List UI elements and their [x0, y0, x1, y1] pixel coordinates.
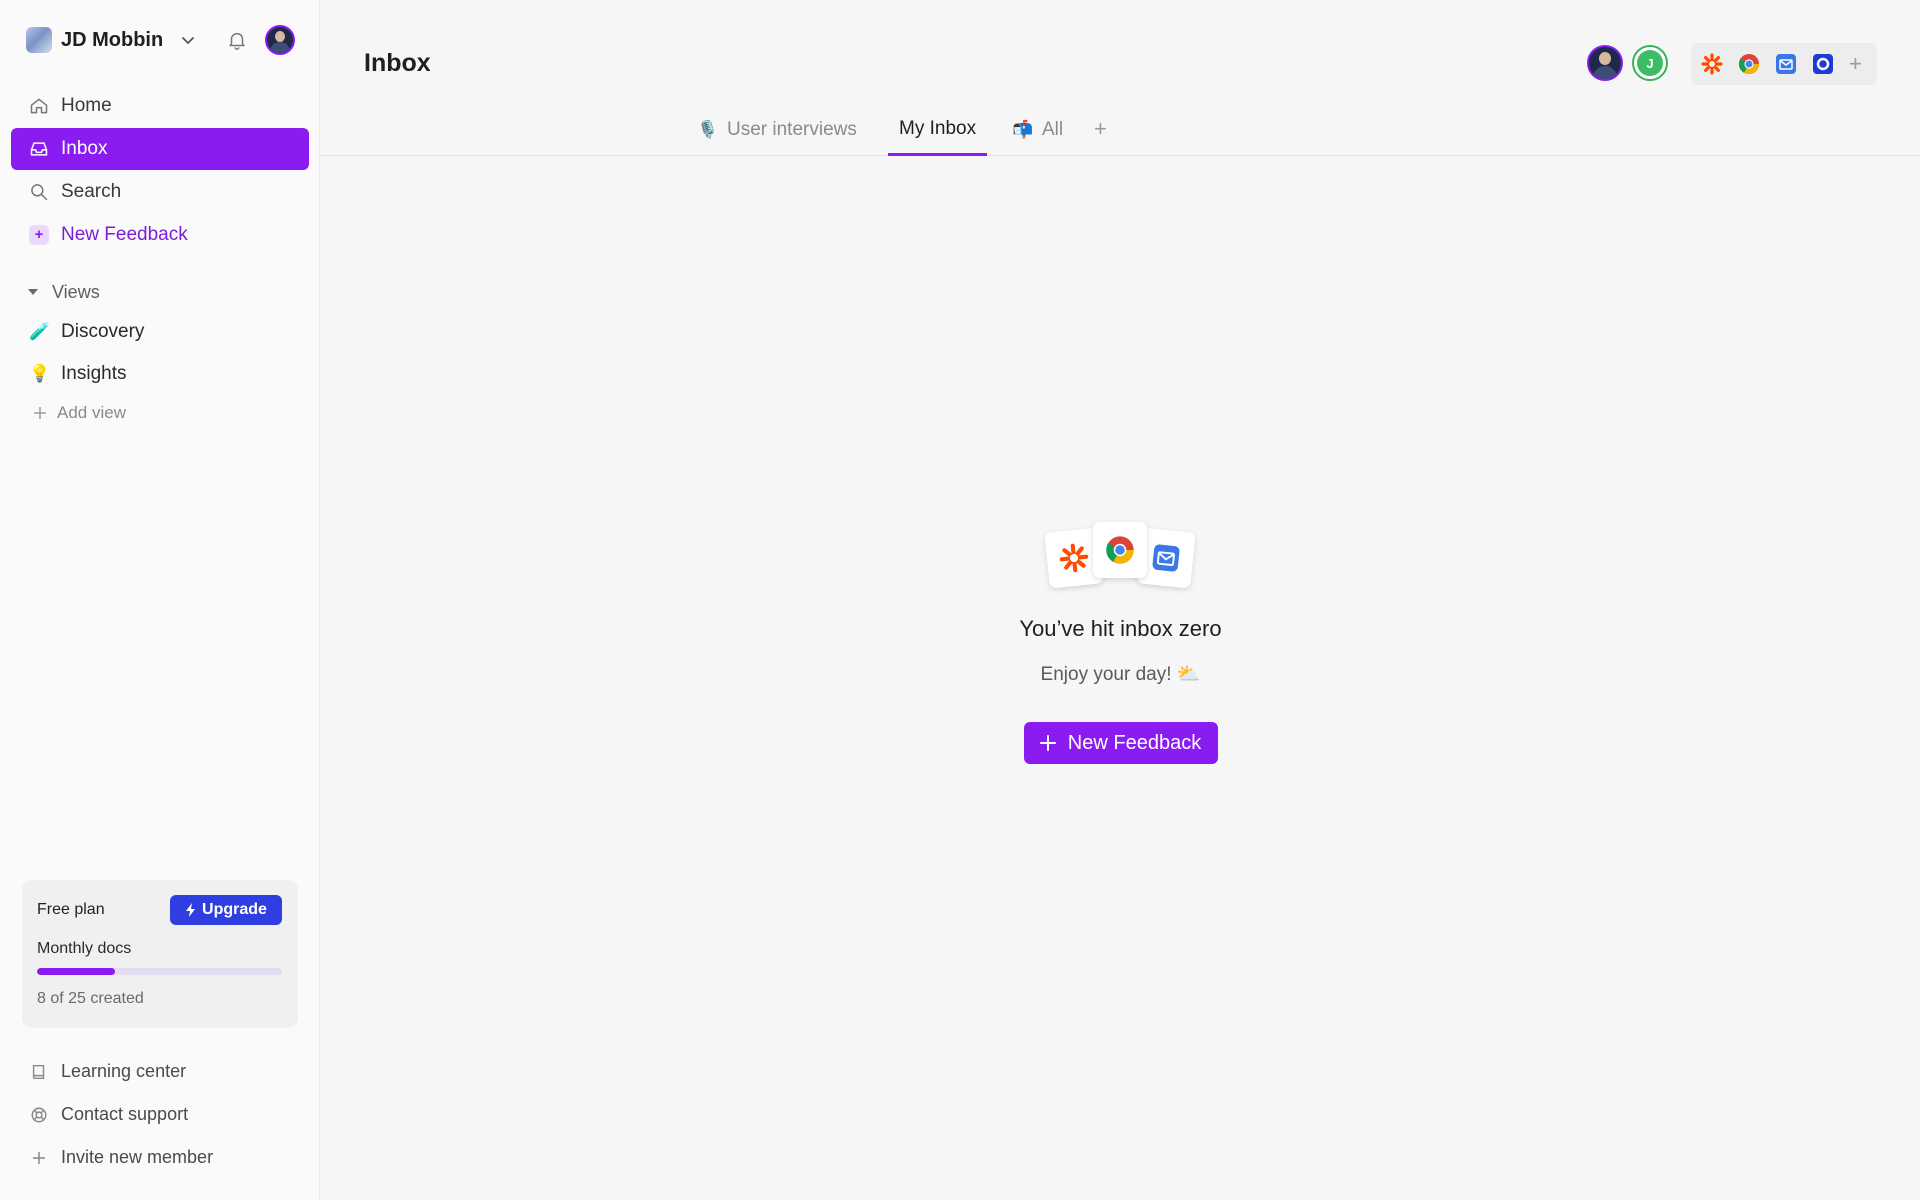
integrations-bar: + — [1691, 43, 1877, 85]
nav-item-search[interactable]: Search — [11, 171, 309, 213]
view-item-discovery[interactable]: 🧪 Discovery — [11, 311, 309, 353]
contact-support-label: Contact support — [61, 1104, 189, 1124]
usage-progress-fill — [37, 968, 116, 975]
views-list: 🧪 Discovery 💡 Insights Add view — [11, 311, 309, 431]
view-item-label: Insights — [61, 363, 127, 384]
plus-icon: + — [29, 225, 49, 245]
tab-my-inbox[interactable]: My Inbox — [888, 104, 988, 156]
add-view-label: Add view — [57, 403, 126, 422]
sidebar-footer: Learning center Contact support Invite n… — [11, 1050, 309, 1179]
plan-card: Free plan Upgrade Monthly docs 8 of 25 c… — [22, 880, 298, 1028]
nav-item-new-feedback[interactable]: + New Feedback — [11, 214, 309, 256]
new-feedback-button[interactable]: New Feedback — [1023, 722, 1218, 764]
book-icon — [29, 1062, 49, 1082]
bell-icon[interactable] — [226, 29, 248, 51]
intercom-icon[interactable] — [1812, 53, 1834, 75]
views-header: Views — [52, 281, 100, 302]
view-item-label: Discovery — [61, 321, 145, 342]
nav-item-label: New Feedback — [61, 224, 188, 245]
microphone-icon: 🎙️ — [697, 120, 719, 140]
new-feedback-label: New Feedback — [1067, 731, 1202, 754]
mail-icon[interactable] — [1775, 53, 1797, 75]
integration-illustration — [1041, 520, 1201, 590]
zapier-icon[interactable] — [1701, 53, 1723, 75]
mailbox-icon: 📬 — [1012, 120, 1034, 140]
views-section-toggle[interactable]: Views — [28, 280, 100, 304]
tab-label: My Inbox — [899, 117, 977, 139]
empty-state: You’ve hit inbox zero Enjoy your day! ⛅ … — [321, 520, 1920, 764]
nav-item-inbox[interactable]: Inbox — [11, 128, 309, 170]
nav-item-home[interactable]: Home — [11, 85, 309, 127]
nav-item-label: Search — [61, 181, 122, 202]
main-content: Inbox J + 🎙️ User interviews My Inbox � — [321, 0, 1920, 1200]
usage-progress-bar — [37, 968, 282, 975]
chevron-down-icon — [182, 37, 195, 44]
plus-icon — [29, 1148, 49, 1168]
view-item-insights[interactable]: 💡 Insights — [11, 353, 309, 395]
sidebar: JD Mobbin Home Inbox Search + New Feedba — [0, 0, 320, 1200]
collaborator-avatar[interactable]: J — [1632, 45, 1668, 81]
chrome-icon[interactable] — [1738, 53, 1760, 75]
workspace-logo — [26, 27, 52, 53]
workspace-switcher[interactable]: JD Mobbin — [26, 26, 196, 54]
plus-icon — [1039, 735, 1056, 751]
lifebuoy-icon — [29, 1105, 49, 1125]
nav-item-label: Inbox — [61, 138, 108, 159]
add-tab-button[interactable]: + — [1094, 116, 1107, 142]
tab-all[interactable]: 📬 All — [1001, 104, 1074, 156]
contact-support-link[interactable]: Contact support — [11, 1093, 309, 1136]
add-view-button[interactable]: Add view — [11, 395, 309, 431]
plan-title: Free plan — [37, 901, 105, 918]
learning-center-link[interactable]: Learning center — [11, 1050, 309, 1093]
user-avatar[interactable] — [265, 25, 295, 55]
tab-label: All — [1042, 119, 1064, 140]
home-icon — [29, 96, 49, 116]
empty-state-subtitle: Enjoy your day! ⛅ — [1040, 664, 1201, 685]
plus-icon — [34, 407, 46, 419]
collaborator-avatar[interactable] — [1587, 45, 1623, 81]
test-tube-icon: 🧪 — [29, 322, 51, 342]
invite-member-label: Invite new member — [61, 1147, 214, 1167]
workspace-name: JD Mobbin — [61, 28, 164, 51]
upgrade-label: Upgrade — [202, 901, 267, 918]
inbox-icon — [29, 139, 49, 159]
add-integration-button[interactable]: + — [1849, 53, 1862, 75]
collaborator-initial: J — [1637, 50, 1663, 76]
lightbulb-icon: 💡 — [29, 364, 51, 384]
invite-member-link[interactable]: Invite new member — [11, 1136, 309, 1179]
nav-item-label: Home — [61, 95, 112, 116]
upgrade-button[interactable]: Upgrade — [170, 895, 282, 925]
plan-metric: Monthly docs — [37, 940, 132, 957]
page-title: Inbox — [364, 49, 431, 77]
tab-user-interviews[interactable]: 🎙️ User interviews — [686, 104, 868, 156]
tab-label: User interviews — [727, 119, 857, 140]
empty-state-title: You’ve hit inbox zero — [1019, 616, 1222, 641]
view-tabs: 🎙️ User interviews My Inbox 📬 All + — [321, 104, 1920, 156]
lightning-icon — [186, 903, 196, 917]
primary-nav: Home Inbox Search + New Feedback — [11, 85, 309, 257]
collaborators: J — [1587, 45, 1668, 81]
plan-count: 8 of 25 created — [37, 990, 144, 1007]
search-icon — [29, 182, 49, 202]
learning-center-label: Learning center — [61, 1061, 187, 1081]
chrome-icon — [1092, 522, 1147, 578]
caret-down-icon — [28, 289, 38, 295]
